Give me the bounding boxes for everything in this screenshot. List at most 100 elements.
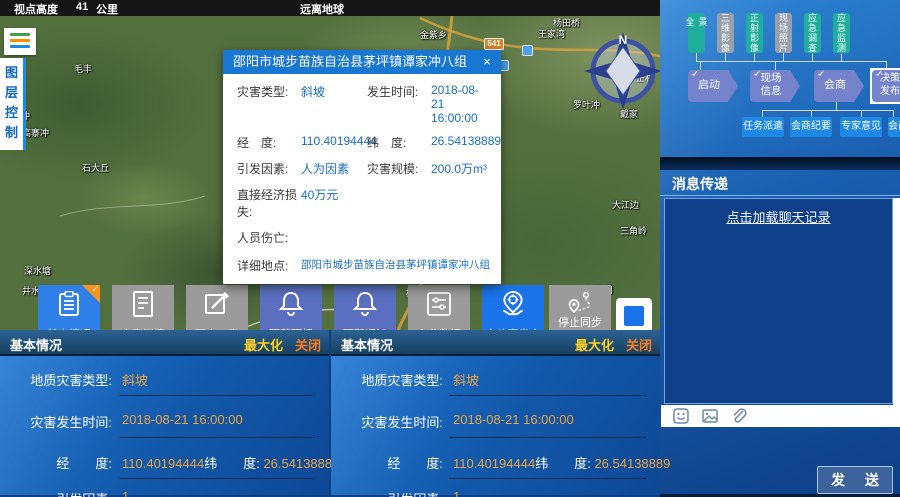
field-label: 直接经济损失: bbox=[237, 186, 301, 220]
disaster-info-popup: 邵阳市城步苗族自治县茅坪镇谭家冲八组 × 灾害类型: 斜坡 发生时间: 2018… bbox=[223, 50, 501, 284]
action-task-dispatch[interactable]: 任务派遣 bbox=[742, 117, 784, 137]
field-value: 110.40194444纬 度: 26.54138889 bbox=[122, 453, 339, 472]
resource-button-emergency-monitor[interactable]: 应急监测 bbox=[833, 13, 850, 53]
field-value: 26.54138889 bbox=[431, 134, 501, 148]
edit-icon bbox=[204, 291, 230, 317]
panel-title: 基本情况 bbox=[10, 335, 62, 354]
messages-title: 消息传递 bbox=[672, 174, 728, 194]
chat-toolbar bbox=[661, 405, 893, 427]
field-label: 灾害发生时间: bbox=[331, 412, 443, 431]
maximize-button[interactable]: 最大化 bbox=[575, 335, 614, 354]
resource-button-emergency-survey[interactable]: 应急调查 bbox=[804, 13, 821, 53]
map-label: 高寨冲 bbox=[22, 126, 49, 139]
viewpoint-height-value: 41 bbox=[76, 1, 88, 13]
field-label: 灾害规模: bbox=[367, 160, 431, 177]
map-label: 大江边 bbox=[612, 198, 639, 211]
map-toolbar: ✓ 基本情况 灾害详情 bbox=[0, 285, 660, 333]
maximize-button[interactable]: 最大化 bbox=[244, 335, 283, 354]
toolbar-button-locate-incident[interactable]: 定位事发点 bbox=[482, 285, 544, 333]
field-label: 地质灾害类型: bbox=[331, 370, 443, 389]
action-consultation[interactable]: 会商 bbox=[888, 117, 900, 137]
resource-button-ortho-imagery[interactable]: 正射影像 bbox=[746, 13, 763, 53]
stage-site-info[interactable]: ✓ 现场信息 bbox=[750, 70, 800, 102]
toolbar-button-warning-forecast[interactable]: 预警预报 bbox=[260, 285, 322, 333]
toolbar-button-label: 停止同步 bbox=[549, 314, 611, 330]
scrollbar[interactable] bbox=[893, 198, 900, 427]
panel-body: 地质灾害类型: 斜坡 灾害发生时间: 2018-08-21 16:00:00 经… bbox=[331, 356, 660, 495]
map-label: 深水塘 bbox=[24, 264, 51, 277]
map-label: 三角岭 bbox=[620, 224, 647, 237]
stage-start[interactable]: ✓ 启动 bbox=[688, 70, 738, 102]
check-icon: ✓ bbox=[817, 69, 825, 80]
close-icon[interactable]: × bbox=[477, 50, 497, 74]
check-icon: ✓ bbox=[691, 69, 699, 80]
field-value: 1 bbox=[453, 489, 460, 497]
field-label: 纬 度: bbox=[367, 134, 431, 151]
emoji-icon[interactable] bbox=[673, 408, 689, 424]
field-label: 灾害类型: bbox=[237, 83, 301, 100]
action-meeting-minutes[interactable]: 会商纪要 bbox=[790, 117, 832, 137]
status-bar: 视点高度 41 公里 远离地球 bbox=[0, 0, 660, 16]
field-value: 斜坡 bbox=[301, 83, 367, 100]
field-value: 邵阳市城步苗族自治县茅坪镇谭家冲八组 bbox=[301, 257, 490, 272]
chat-history-area[interactable]: 点击加载聊天记录 bbox=[664, 198, 893, 404]
basic-info-panel: 基本情况 最大化 关闭 地质灾害类型: 斜坡 灾害发生时间: 2018-08-2… bbox=[331, 330, 660, 497]
compass-icon[interactable]: N bbox=[582, 30, 660, 112]
panel-title: 基本情况 bbox=[341, 335, 393, 354]
document-icon bbox=[131, 291, 155, 317]
workflow-panel: 全景 三维影像 正射影像 现场照片 应急调查 应急监测 ✓ 启动 ✓ 现场信息 … bbox=[660, 0, 900, 497]
field-value: 2018-08-21 16:00:00 bbox=[122, 412, 243, 427]
toolbar-button-warning-notice[interactable]: 预警通知 bbox=[334, 285, 396, 333]
close-button[interactable]: 关闭 bbox=[295, 335, 321, 354]
field-label: 人员伤亡: bbox=[237, 229, 301, 246]
image-icon[interactable] bbox=[702, 408, 718, 424]
resource-button-3d-imagery[interactable]: 三维影像 bbox=[717, 13, 734, 53]
field-label: 经 度: bbox=[237, 134, 301, 151]
resource-button-site-photos[interactable]: 现场照片 bbox=[775, 13, 792, 53]
map-label: 王家湾 bbox=[538, 27, 565, 40]
toolbar-button-professional-data[interactable]: 专业数据 bbox=[408, 285, 470, 333]
paperclip-icon[interactable] bbox=[731, 408, 747, 424]
road-number-badge: 541 bbox=[484, 38, 504, 50]
sliders-icon bbox=[426, 291, 452, 317]
field-label: 发生时间: bbox=[367, 83, 431, 100]
map-label: 石大丘 bbox=[82, 161, 109, 174]
field-label: 经 度: bbox=[331, 453, 443, 472]
action-expert-opinion[interactable]: 专家意见 bbox=[840, 117, 882, 137]
popup-title: 邵阳市城步苗族自治县茅坪镇谭家冲八组 bbox=[233, 54, 467, 69]
field-value: 40万元 bbox=[301, 186, 489, 203]
svg-text:N: N bbox=[619, 33, 628, 47]
clipboard-icon bbox=[57, 291, 81, 317]
field-value: 斜坡 bbox=[453, 370, 479, 389]
region-select-tool[interactable] bbox=[616, 298, 652, 333]
viewpoint-height-label: 视点高度 bbox=[14, 1, 58, 17]
panel-header: 基本情况 最大化 关闭 bbox=[331, 330, 660, 356]
close-button[interactable]: 关闭 bbox=[626, 335, 652, 354]
stage-consultation[interactable]: ✓ 会商 bbox=[814, 70, 864, 102]
resource-button-panorama[interactable]: 全景 bbox=[688, 13, 705, 53]
layer-control-label: 图层控制 bbox=[5, 63, 19, 143]
load-chat-link[interactable]: 点击加载聊天记录 bbox=[665, 207, 892, 226]
panel-header: 基本情况 最大化 关闭 bbox=[0, 330, 329, 356]
select-square-icon bbox=[624, 306, 644, 326]
toolbar-button-cards-table[interactable]: 两卡一表 bbox=[186, 285, 248, 333]
send-button[interactable]: 发 送 bbox=[817, 466, 893, 494]
layer-control-button[interactable]: 图层控制 bbox=[0, 58, 26, 150]
field-value: 110.40194444 bbox=[301, 134, 367, 148]
field-value: 斜坡 bbox=[122, 370, 148, 389]
toolbar-button-basic-info[interactable]: ✓ 基本情况 bbox=[38, 285, 100, 333]
divider bbox=[660, 195, 900, 196]
check-icon: ✓ bbox=[875, 69, 883, 80]
basic-info-panel: 基本情况 最大化 关闭 地质灾害类型: 斜坡 灾害发生时间: 2018-08-2… bbox=[0, 330, 329, 497]
map-label: 金紫乡 bbox=[420, 28, 447, 41]
toolbar-button-disaster-detail[interactable]: 灾害详情 bbox=[112, 285, 174, 333]
map-poi-icon[interactable] bbox=[522, 45, 533, 56]
locate-pin-icon bbox=[499, 291, 527, 317]
field-label: 引发因素: bbox=[237, 160, 301, 177]
menu-icon[interactable] bbox=[4, 28, 36, 55]
toolbar-button-stop-sync[interactable]: 停止同步 bbox=[549, 285, 611, 331]
field-label: 经 度: bbox=[0, 453, 112, 472]
popup-title-bar[interactable]: 邵阳市城步苗族自治县茅坪镇谭家冲八组 × bbox=[223, 50, 501, 74]
stage-decision-release[interactable]: ✓ 决策发布 bbox=[872, 70, 900, 102]
bell-icon bbox=[278, 291, 304, 317]
